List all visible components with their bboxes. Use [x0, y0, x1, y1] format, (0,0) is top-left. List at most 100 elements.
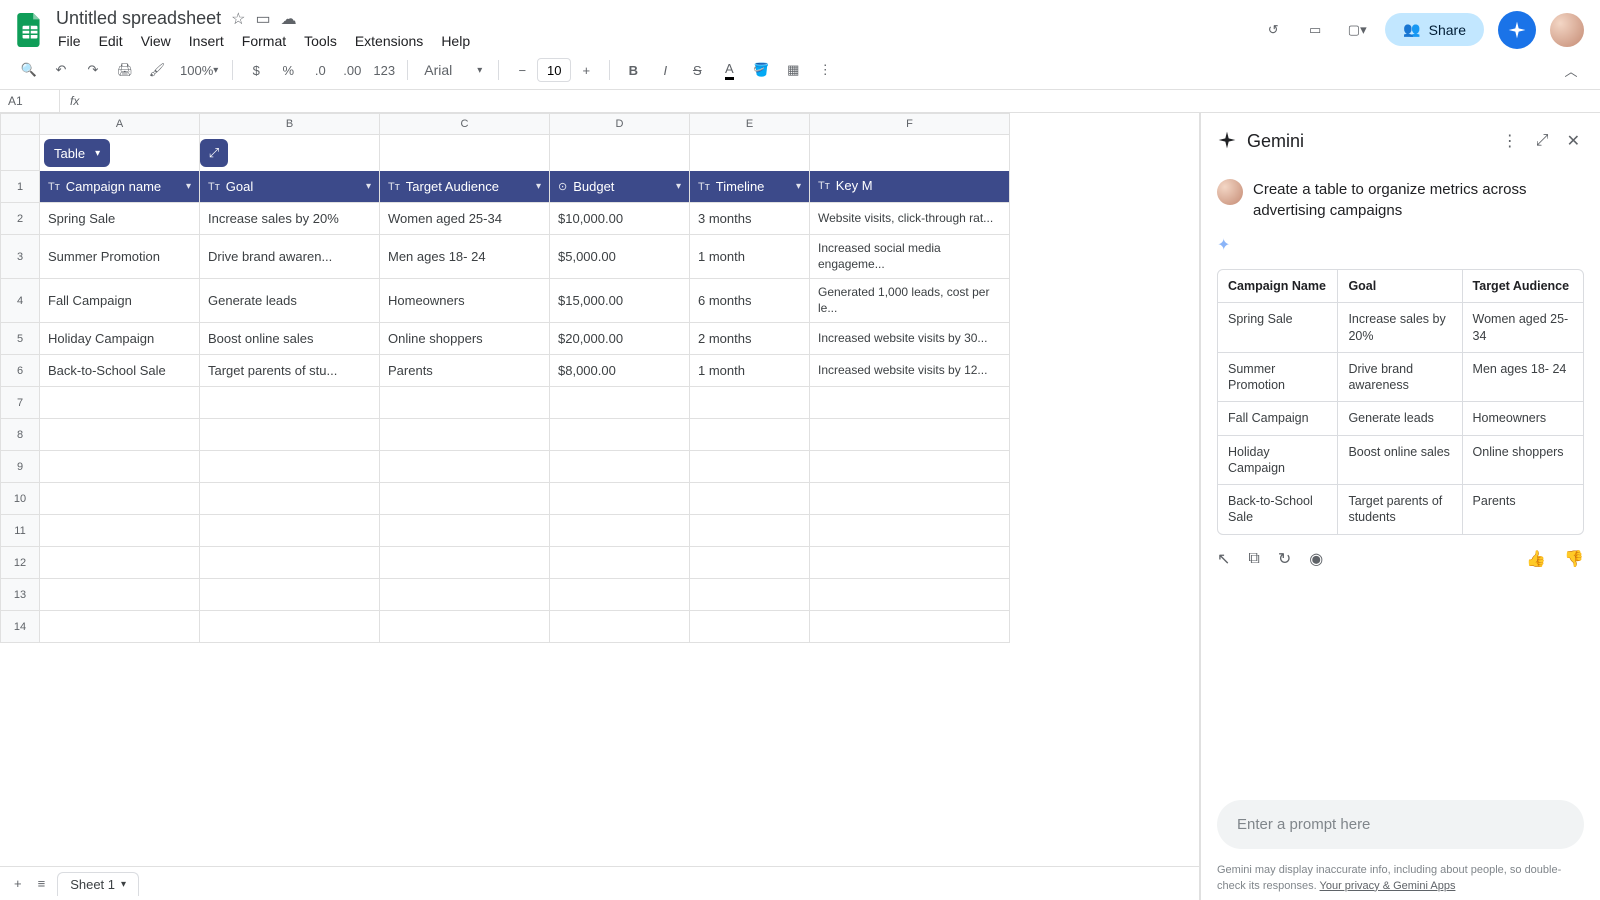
cell[interactable]: Increased social media engageme...: [810, 235, 1010, 279]
table-expand-icon[interactable]: ⤢: [200, 139, 228, 167]
sheet-tab[interactable]: Sheet 1 ▾: [57, 872, 139, 896]
undo-icon[interactable]: ↶: [48, 57, 74, 83]
select-all-corner[interactable]: [0, 113, 40, 135]
cell[interactable]: [690, 451, 810, 483]
cell[interactable]: Holiday Campaign: [40, 323, 200, 355]
col-header[interactable]: C: [380, 113, 550, 135]
col-header[interactable]: A: [40, 113, 200, 135]
copy-icon[interactable]: ⧉: [1248, 550, 1259, 568]
col-header[interactable]: F: [810, 113, 1010, 135]
search-menus-icon[interactable]: 🔍: [16, 57, 42, 83]
cell[interactable]: [690, 419, 810, 451]
cell[interactable]: Fall Campaign: [40, 279, 200, 323]
cloud-status-icon[interactable]: ☁: [281, 9, 297, 29]
cell[interactable]: 2 months: [690, 323, 810, 355]
row-header[interactable]: 5: [0, 323, 40, 355]
cell[interactable]: [380, 547, 550, 579]
decrease-decimal-icon[interactable]: .0: [307, 57, 333, 83]
cell[interactable]: [380, 387, 550, 419]
row-header[interactable]: 13: [0, 579, 40, 611]
cell[interactable]: Generated 1,000 leads, cost per le...: [810, 279, 1010, 323]
cell[interactable]: [40, 547, 200, 579]
menu-tools[interactable]: Tools: [302, 31, 339, 51]
cell[interactable]: Spring Sale: [40, 203, 200, 235]
cell[interactable]: [380, 515, 550, 547]
cell[interactable]: [810, 515, 1010, 547]
cell[interactable]: [40, 387, 200, 419]
spreadsheet-grid[interactable]: A B C D E F Table ▾: [0, 113, 1199, 866]
menu-edit[interactable]: Edit: [97, 31, 125, 51]
add-sheet-icon[interactable]: +: [10, 874, 26, 893]
cell[interactable]: [200, 611, 380, 643]
row-header[interactable]: 14: [0, 611, 40, 643]
cell[interactable]: [690, 515, 810, 547]
text-color-icon[interactable]: A: [716, 57, 742, 83]
table-chip[interactable]: Table ▾: [44, 139, 110, 167]
cell[interactable]: $15,000.00: [550, 279, 690, 323]
cell[interactable]: Women aged 25-34: [380, 203, 550, 235]
cell[interactable]: [810, 611, 1010, 643]
cell[interactable]: Drive brand awaren...: [200, 235, 380, 279]
cell[interactable]: $10,000.00: [550, 203, 690, 235]
bold-icon[interactable]: B: [620, 57, 646, 83]
gemini-expand-icon[interactable]: ⤢: [1532, 128, 1553, 154]
name-box[interactable]: A1: [0, 90, 60, 112]
comments-icon[interactable]: ▭: [1301, 16, 1329, 44]
increase-decimal-icon[interactable]: .00: [339, 57, 365, 83]
gemini-more-icon[interactable]: ⋮: [1498, 127, 1522, 155]
menu-help[interactable]: Help: [439, 31, 472, 51]
strikethrough-icon[interactable]: S: [684, 57, 710, 83]
cell[interactable]: [40, 419, 200, 451]
share-button[interactable]: 👥 Share: [1385, 13, 1484, 46]
sheets-logo[interactable]: [16, 12, 44, 48]
cell[interactable]: [40, 611, 200, 643]
menu-format[interactable]: Format: [240, 31, 288, 51]
gemini-launch-button[interactable]: [1498, 11, 1536, 49]
cell[interactable]: [40, 579, 200, 611]
cell[interactable]: [550, 547, 690, 579]
col-header[interactable]: D: [550, 113, 690, 135]
all-sheets-icon[interactable]: ≡: [34, 874, 50, 893]
increase-font-icon[interactable]: +: [573, 57, 599, 83]
decrease-font-icon[interactable]: −: [509, 57, 535, 83]
thumbs-down-icon[interactable]: 👎: [1564, 549, 1584, 569]
gemini-prompt-input[interactable]: Enter a prompt here: [1217, 800, 1584, 849]
row-header[interactable]: 7: [0, 387, 40, 419]
menu-insert[interactable]: Insert: [187, 31, 226, 51]
cell[interactable]: Generate leads: [200, 279, 380, 323]
borders-icon[interactable]: ▦: [780, 57, 806, 83]
cell[interactable]: Parents: [380, 355, 550, 387]
account-avatar[interactable]: [1550, 13, 1584, 47]
cell[interactable]: Increased website visits by 30...: [810, 323, 1010, 355]
italic-icon[interactable]: I: [652, 57, 678, 83]
cell[interactable]: $8,000.00: [550, 355, 690, 387]
disclaimer-link[interactable]: Your privacy & Gemini Apps: [1320, 880, 1456, 892]
cell[interactable]: [550, 419, 690, 451]
cell[interactable]: [550, 451, 690, 483]
cell[interactable]: [550, 611, 690, 643]
column-header-keym[interactable]: TᴛKey M: [818, 178, 1001, 195]
cell[interactable]: 3 months: [690, 203, 810, 235]
cell[interactable]: Increased website visits by 12...: [810, 355, 1010, 387]
cell[interactable]: [40, 515, 200, 547]
row-header[interactable]: [0, 135, 40, 171]
col-header[interactable]: E: [690, 113, 810, 135]
move-icon[interactable]: ▭: [255, 9, 270, 29]
column-header-goal[interactable]: TᴛGoal▾: [208, 179, 371, 194]
cell[interactable]: 1 month: [690, 355, 810, 387]
row-header[interactable]: 9: [0, 451, 40, 483]
cell[interactable]: [200, 515, 380, 547]
font-size-input[interactable]: [537, 58, 571, 82]
row-header[interactable]: 4: [0, 279, 40, 323]
percent-icon[interactable]: %: [275, 57, 301, 83]
cell[interactable]: [550, 515, 690, 547]
paint-format-icon[interactable]: 🖌: [144, 57, 170, 83]
insert-icon[interactable]: ↖: [1217, 549, 1230, 569]
row-header[interactable]: 3: [0, 235, 40, 279]
redo-icon[interactable]: ↷: [80, 57, 106, 83]
cell[interactable]: [40, 451, 200, 483]
row-header[interactable]: 1: [0, 171, 40, 203]
row-header[interactable]: 12: [0, 547, 40, 579]
zoom-select[interactable]: 100% ▾: [176, 57, 222, 83]
formula-bar[interactable]: [89, 97, 1600, 105]
